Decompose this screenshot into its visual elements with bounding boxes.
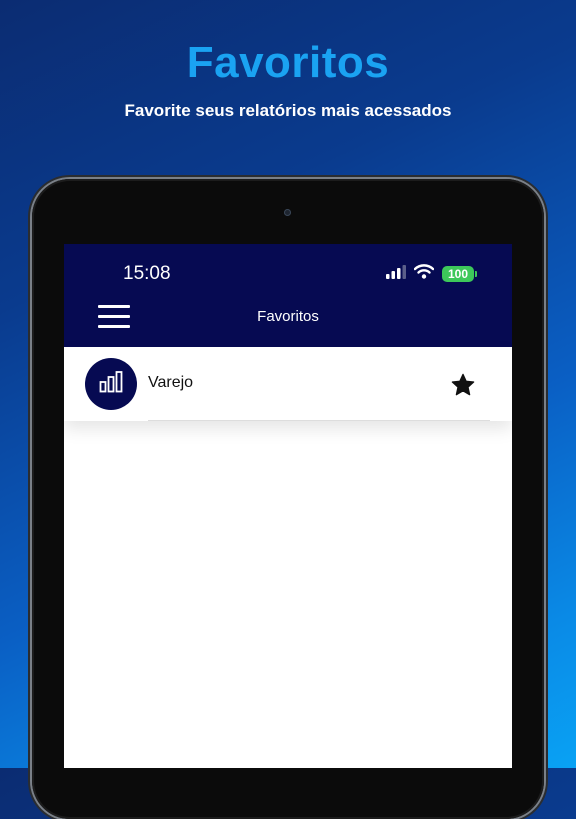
- page-title: Favoritos: [257, 308, 319, 325]
- app-header: 15:08 100 Favoritos: [64, 244, 512, 347]
- status-icons: 100: [386, 264, 477, 284]
- list-item[interactable]: Varejo: [64, 347, 512, 421]
- bar-chart-icon: [99, 370, 123, 398]
- divider: [148, 420, 490, 421]
- signal-icon: [386, 264, 406, 284]
- promo-subtitle: Favorite seus relatórios mais acessados: [124, 101, 452, 120]
- favorites-list: Varejo: [64, 347, 512, 421]
- avatar: [85, 358, 137, 410]
- battery-icon: 100: [442, 266, 477, 282]
- status-time: 15:08: [123, 263, 171, 284]
- app-screen: 15:08 100 Favoritos Varejo: [64, 244, 512, 768]
- list-item-label: Varejo: [148, 374, 194, 391]
- wifi-icon: [413, 264, 435, 284]
- star-icon[interactable]: [450, 372, 476, 398]
- promo-title: Favoritos: [186, 38, 390, 87]
- front-camera: [284, 209, 291, 216]
